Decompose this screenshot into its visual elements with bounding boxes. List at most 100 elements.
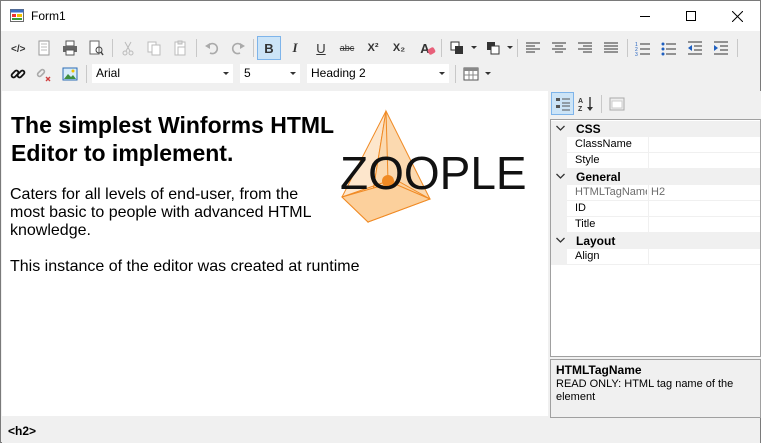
property-row[interactable]: Title	[551, 217, 760, 233]
clear-format-button[interactable]: A	[413, 36, 437, 60]
chevron-down-icon	[290, 72, 296, 75]
justify-button[interactable]	[599, 36, 623, 60]
chevron-down-icon	[556, 237, 565, 243]
property-value[interactable]	[648, 201, 760, 217]
document-button[interactable]	[32, 36, 56, 60]
status-bar: <h2>	[2, 419, 760, 443]
minimize-icon	[640, 16, 650, 17]
current-tag-label: <h2>	[8, 424, 37, 438]
bold-button[interactable]: B	[257, 36, 281, 60]
help-title: HTMLTagName	[556, 363, 642, 377]
block-format-select[interactable]: Heading 2	[306, 63, 450, 84]
italic-button[interactable]: I	[283, 36, 307, 60]
unlink-button[interactable]	[32, 62, 56, 86]
print-button[interactable]	[58, 36, 82, 60]
outdent-button[interactable]	[683, 36, 707, 60]
numbered-list-button[interactable]: 123	[631, 36, 655, 60]
property-row[interactable]: Align	[551, 249, 760, 265]
subscript-button[interactable]: X₂	[387, 36, 411, 60]
alphabetical-view-button[interactable]: AZ	[575, 92, 598, 115]
property-value[interactable]	[648, 153, 760, 169]
property-value: H2	[648, 185, 760, 201]
numbered-list-icon: 123	[635, 42, 650, 56]
font-family-select[interactable]: Arial	[91, 63, 234, 84]
back-color-icon	[487, 42, 500, 55]
bulleted-list-button[interactable]	[657, 36, 681, 60]
align-right-icon	[578, 42, 592, 53]
app-window: Form1 </> B I U abc X² X₂ A 1 2 3 Arial …	[0, 0, 761, 443]
editor-paragraph[interactable]: Caters for all levels of end-user, from …	[10, 186, 330, 240]
property-name: ClassName	[575, 138, 632, 150]
property-name: HTMLTagName	[575, 186, 647, 198]
property-pages-icon	[609, 97, 624, 110]
undo-button[interactable]	[200, 36, 224, 60]
category-layout[interactable]: Layout	[551, 233, 760, 249]
property-row[interactable]: ID	[551, 201, 760, 217]
italic-icon: I	[292, 40, 298, 55]
editor-paragraph[interactable]: This instance of the editor was created …	[10, 258, 410, 276]
close-icon	[731, 10, 743, 22]
svg-text:Z: Z	[578, 106, 583, 112]
maximize-icon	[686, 11, 696, 21]
link-icon	[10, 69, 26, 79]
svg-text:A: A	[578, 98, 583, 105]
app-icon	[10, 9, 24, 22]
chevron-down-icon	[556, 173, 565, 179]
underline-icon: U	[316, 40, 326, 56]
property-name: Align	[575, 250, 600, 262]
fore-color-button[interactable]	[445, 36, 469, 60]
property-name: Title	[575, 218, 596, 230]
underline-button[interactable]: U	[309, 36, 333, 60]
superscript-icon: X²	[367, 42, 379, 54]
back-color-button[interactable]	[481, 36, 505, 60]
strikethrough-icon: abc	[339, 43, 355, 53]
property-row[interactable]: ClassName	[551, 137, 760, 153]
back-color-dropdown-arrow[interactable]	[507, 46, 513, 49]
strikethrough-button[interactable]: abc	[335, 36, 359, 60]
property-row[interactable]: HTMLTagName H2	[551, 185, 760, 201]
image-button[interactable]	[58, 62, 82, 86]
link-button[interactable]	[6, 62, 30, 86]
font-size-select[interactable]: 5	[239, 63, 301, 84]
property-value[interactable]	[648, 137, 760, 153]
property-value[interactable]	[648, 217, 760, 233]
property-name: ID	[575, 202, 586, 214]
font-size-value: 5	[244, 66, 251, 80]
image-icon	[62, 67, 78, 81]
formatting-toolbar: </> B I U abc X² X₂ A 1 2 3	[1, 34, 760, 62]
superscript-button[interactable]: X²	[361, 36, 385, 60]
property-value[interactable]	[648, 249, 760, 265]
minimize-button[interactable]	[622, 1, 668, 31]
categorized-view-button[interactable]	[551, 92, 574, 115]
cut-button[interactable]	[116, 36, 140, 60]
editor-heading[interactable]: The simplest Winforms HTML Editor to imp…	[11, 111, 341, 167]
maximize-button[interactable]	[668, 1, 714, 31]
property-pages-button[interactable]	[605, 92, 628, 115]
copy-button[interactable]	[142, 36, 166, 60]
indent-button[interactable]	[709, 36, 733, 60]
print-preview-button[interactable]	[84, 36, 108, 60]
property-grid-toolbar: AZ	[550, 91, 761, 119]
paste-button[interactable]	[168, 36, 192, 60]
align-center-button[interactable]	[547, 36, 571, 60]
subscript-icon: X₂	[392, 42, 406, 54]
clear-format-icon: A	[420, 41, 437, 56]
categorized-icon	[555, 97, 570, 110]
close-button[interactable]	[714, 1, 760, 31]
paste-icon	[174, 40, 186, 56]
html-editor-area[interactable]: The simplest Winforms HTML Editor to imp…	[2, 91, 548, 416]
table-button[interactable]	[459, 62, 483, 86]
help-description: READ ONLY: HTML tag name of the element	[556, 378, 734, 403]
table-dropdown-arrow[interactable]	[485, 72, 491, 75]
font-family-value: Arial	[96, 66, 121, 80]
align-left-button[interactable]	[521, 36, 545, 60]
category-css[interactable]: CSS	[551, 121, 760, 137]
category-general[interactable]: General	[551, 169, 760, 185]
category-label: General	[576, 170, 621, 184]
align-right-button[interactable]	[573, 36, 597, 60]
property-row[interactable]: Style	[551, 153, 760, 169]
html-source-button[interactable]: </>	[6, 36, 30, 60]
redo-button[interactable]	[226, 36, 250, 60]
bold-icon: B	[264, 40, 274, 56]
fore-color-dropdown-arrow[interactable]	[471, 46, 477, 49]
